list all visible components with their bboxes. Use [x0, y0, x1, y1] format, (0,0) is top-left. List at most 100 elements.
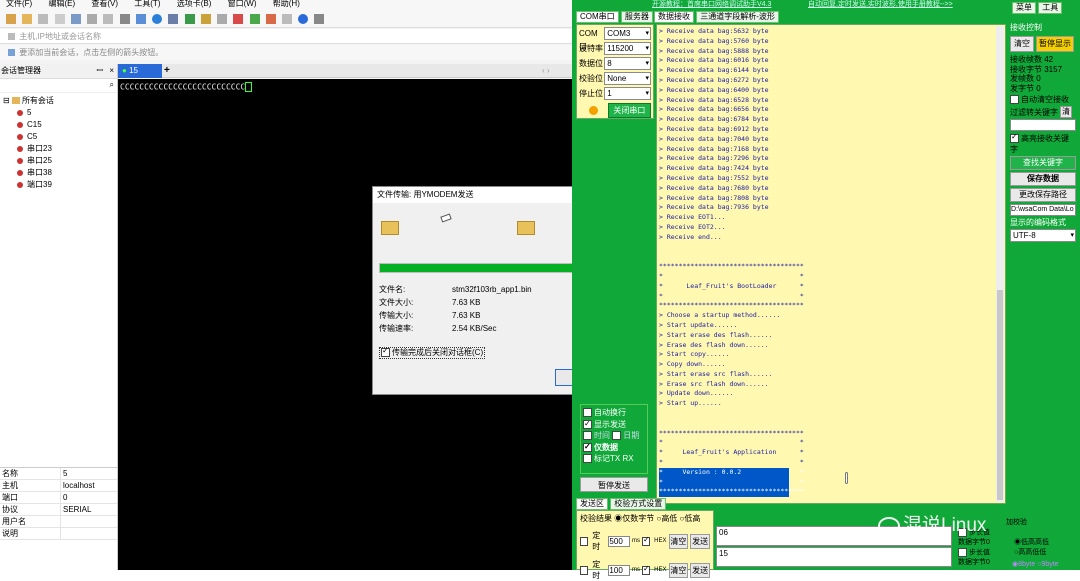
- copy-icon[interactable]: [87, 14, 98, 24]
- send-input-2[interactable]: 15: [716, 547, 952, 567]
- interval-input[interactable]: 500: [608, 535, 630, 547]
- tutorial-link[interactable]: 开源教程：首席串口网络调试助手V4.3: [652, 0, 771, 10]
- session-item[interactable]: 串口38: [3, 167, 117, 179]
- find-keyword-button[interactable]: 查找关键字: [1010, 156, 1076, 170]
- parity-select[interactable]: None: [604, 72, 651, 85]
- tab-verify-settings[interactable]: 校验方式设置: [610, 498, 667, 510]
- receive-area[interactable]: > Receive data bag:5632 byte > Receive da…: [656, 24, 1006, 504]
- com-port-select[interactable]: COM3: [604, 27, 651, 40]
- checkbox-icon[interactable]: [381, 346, 390, 358]
- highlight-icon[interactable]: [233, 14, 244, 24]
- add-tab-button[interactable]: +: [164, 65, 170, 76]
- properties-icon[interactable]: [70, 14, 81, 24]
- save-path-input[interactable]: D:\wsaCom Data\Lo: [1010, 204, 1076, 216]
- baudrate-select[interactable]: 115200: [604, 42, 651, 55]
- session-item[interactable]: 串口25: [3, 155, 117, 167]
- option-date[interactable]: 日期: [612, 431, 639, 441]
- radio-low-high[interactable]: ◉低高高低: [1014, 538, 1049, 547]
- stopbits-select[interactable]: 1: [604, 87, 651, 100]
- scrollbar-thumb[interactable]: [997, 290, 1003, 500]
- filter-clear-button[interactable]: 清: [1060, 106, 1072, 118]
- menu-file[interactable]: 文件(F): [6, 0, 32, 8]
- tools-button[interactable]: 工具: [1038, 2, 1063, 14]
- close-port-button[interactable]: 关闭串口: [607, 103, 651, 118]
- session-search[interactable]: ⌕: [0, 79, 117, 93]
- close-after-transfer-checkbox[interactable]: 传输完成后关闭对话框(C): [379, 346, 486, 359]
- interval-input[interactable]: 100: [608, 564, 630, 576]
- checkbox-icon[interactable]: [641, 535, 651, 546]
- checkbox-icon[interactable]: [583, 431, 592, 441]
- menu-window[interactable]: 窗口(W): [228, 0, 257, 8]
- tree-root[interactable]: ⊟ 所有会话: [3, 95, 117, 107]
- new-session-icon[interactable]: [6, 14, 16, 24]
- radio-8byte[interactable]: ◉8byte: [1012, 561, 1035, 568]
- manual-link[interactable]: 自动回复,定时发送,实时波形,使用手册教程-->>: [808, 0, 953, 10]
- option-show-send[interactable]: 显示发送: [583, 418, 645, 431]
- search-icon[interactable]: ⌕: [110, 80, 114, 90]
- script-icon[interactable]: [249, 14, 260, 24]
- send-button[interactable]: 发送: [690, 533, 711, 549]
- font-icon[interactable]: [168, 14, 179, 24]
- filter-input[interactable]: [1010, 119, 1076, 131]
- address-bar[interactable]: 主机,IP地址或会话名称: [0, 29, 572, 44]
- session-item[interactable]: 端口39: [3, 179, 117, 191]
- globe-icon[interactable]: [152, 14, 163, 24]
- terminal-icon[interactable]: [135, 14, 146, 24]
- menu-help[interactable]: 帮助(H): [273, 0, 300, 8]
- tab-send-area[interactable]: 发送区: [576, 498, 608, 510]
- session-item[interactable]: 5: [3, 107, 117, 119]
- tab-scroll-arrows[interactable]: ‹ ›: [542, 66, 550, 75]
- checkbox-icon[interactable]: [583, 441, 592, 452]
- save-data-button[interactable]: 保存数据: [1010, 172, 1076, 186]
- tab-com[interactable]: COM串口: [576, 11, 619, 23]
- keyboard-icon[interactable]: [217, 14, 228, 24]
- checkbox-icon[interactable]: [580, 536, 589, 546]
- pause-display-button[interactable]: 暂停显示: [1036, 36, 1074, 52]
- receive-scrollbar[interactable]: [996, 26, 1004, 502]
- open-folder-icon[interactable]: [22, 14, 33, 24]
- session-item[interactable]: C15: [3, 119, 117, 131]
- checkbox-icon[interactable]: [612, 431, 622, 441]
- radio-high-low[interactable]: ○高高低低: [1014, 548, 1046, 557]
- change-path-button[interactable]: 更改保存路径: [1010, 188, 1076, 202]
- encoding-select[interactable]: UTF-8: [1010, 229, 1076, 242]
- option-time[interactable]: 时间: [583, 431, 610, 441]
- clear-send-button[interactable]: 清空: [668, 533, 689, 549]
- option-data-only[interactable]: 仅数据: [583, 441, 645, 454]
- transfer-icon[interactable]: [265, 14, 276, 24]
- pause-send-button[interactable]: 暂停发送: [580, 477, 648, 492]
- verify-radio-low[interactable]: ○低高: [680, 514, 701, 523]
- checkbox-icon[interactable]: [583, 408, 592, 418]
- checkbox-icon[interactable]: [641, 564, 651, 575]
- address-input[interactable]: 主机,IP地址或会话名称: [19, 32, 101, 41]
- clear-button[interactable]: 清空: [1010, 36, 1034, 52]
- session-item[interactable]: 串口23: [3, 143, 117, 155]
- fullscreen-icon[interactable]: [184, 14, 195, 24]
- tab-active[interactable]: ● 15: [118, 64, 162, 78]
- tab-waveform[interactable]: 三通道字段解析-波形: [696, 11, 779, 23]
- more-icon[interactable]: [314, 14, 325, 24]
- checkbox-icon[interactable]: [1010, 95, 1019, 105]
- lock-icon[interactable]: [200, 14, 211, 24]
- tab-server[interactable]: 服务器: [620, 11, 653, 23]
- menu-edit[interactable]: 编辑(E): [48, 0, 75, 8]
- highlight-checkbox[interactable]: 高亮接收关键字: [1010, 132, 1076, 155]
- checkbox-icon[interactable]: [580, 565, 589, 575]
- find-icon[interactable]: [119, 14, 130, 24]
- send-button[interactable]: 发送: [690, 562, 711, 578]
- option-mark-txrx[interactable]: 标记TX RX: [583, 453, 645, 465]
- close-icon[interactable]: ×: [109, 64, 114, 78]
- checkbox-icon[interactable]: [583, 418, 592, 429]
- link-icon[interactable]: [38, 14, 49, 24]
- unlink-icon[interactable]: [54, 14, 65, 24]
- clear-send-button[interactable]: 清空: [668, 562, 689, 578]
- pin-icon[interactable]: ꟷ: [96, 64, 103, 78]
- verify-radio-high[interactable]: ○高低: [656, 514, 677, 523]
- auto-clear-checkbox[interactable]: 自动清空接收: [1010, 94, 1076, 105]
- help-icon[interactable]: [298, 14, 309, 24]
- checkbox-icon[interactable]: [958, 548, 967, 557]
- menu-tools[interactable]: 工具(T): [134, 0, 160, 8]
- checkbox-icon[interactable]: [583, 454, 592, 464]
- option-auto-wrap[interactable]: 自动换行: [583, 407, 645, 419]
- session-item[interactable]: C5: [3, 131, 117, 143]
